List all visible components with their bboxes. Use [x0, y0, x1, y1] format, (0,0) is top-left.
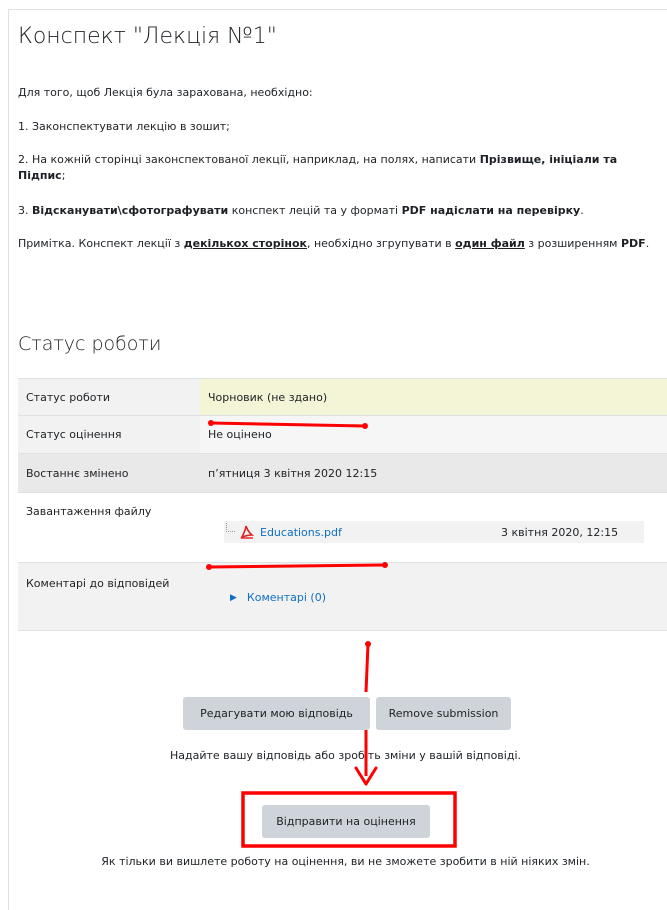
status-row-grading: Статус оцінення Не оцінено: [18, 415, 667, 453]
note: Примітка. Конспект лекції з декількох ст…: [18, 237, 650, 250]
status-row-modified: Востаннє змінено п’ятниця 3 квітня 2020 …: [18, 453, 667, 492]
file-entry: Educations.pdf 3 квітня 2020, 12:15: [224, 521, 644, 543]
row-label: Завантаження файлу: [26, 505, 152, 518]
row-label: Коментарі до відповідей: [26, 577, 170, 590]
pdf-file-icon: [240, 525, 254, 539]
intro-text: Для того, щоб Лекція була зарахована, не…: [18, 86, 313, 99]
row-label: Статус роботи: [26, 390, 111, 404]
page-title: Конспект "Лекція №1": [18, 24, 277, 49]
status-row-submission: Статус роботи Чорновик (не здано): [18, 378, 667, 415]
status-row-file: Завантаження файлу Educations.pdf 3 квіт…: [18, 492, 667, 562]
remove-submission-button[interactable]: Remove submission: [376, 697, 511, 730]
row-label: Статус оцінення: [26, 428, 122, 441]
status-row-comments: Коментарі до відповідей ▶ Коментарі (0): [18, 562, 667, 631]
status-heading: Статус роботи: [18, 333, 162, 355]
submit-for-grading-button[interactable]: Відправити на оцінення: [262, 805, 430, 838]
row-label: Востаннє змінено: [26, 466, 129, 480]
step-1: 1. Законспектувати лекцію в зошит;: [18, 120, 230, 133]
submission-status-value: Чорновик (не здано): [200, 379, 667, 415]
file-link[interactable]: Educations.pdf: [260, 526, 342, 539]
submit-warning: Як тільки ви вишлете роботу на оцінення,…: [101, 855, 590, 868]
step-3: 3. Відсканувати\сфотографувати конспект …: [18, 204, 584, 217]
last-modified-value: п’ятниця 3 квітня 2020 12:15: [208, 466, 378, 480]
edit-hint: Надайте вашу відповідь або зробіть зміни…: [169, 749, 521, 762]
submission-status-table: Статус роботи Чорновик (не здано) Статус…: [18, 378, 667, 631]
tree-connector: [226, 523, 235, 532]
comments-toggle[interactable]: ▶ Коментарі (0): [230, 591, 326, 604]
caret-right-icon: ▶: [230, 592, 237, 603]
grading-status-value: Не оцінено: [200, 416, 667, 453]
comments-link[interactable]: Коментарі (0): [247, 591, 326, 604]
edit-submission-button[interactable]: Редагувати мою відповідь: [183, 697, 370, 730]
step-2: 2. На кожній сторінці законспектованої л…: [18, 153, 618, 182]
file-date: 3 квітня 2020, 12:15: [501, 525, 619, 539]
